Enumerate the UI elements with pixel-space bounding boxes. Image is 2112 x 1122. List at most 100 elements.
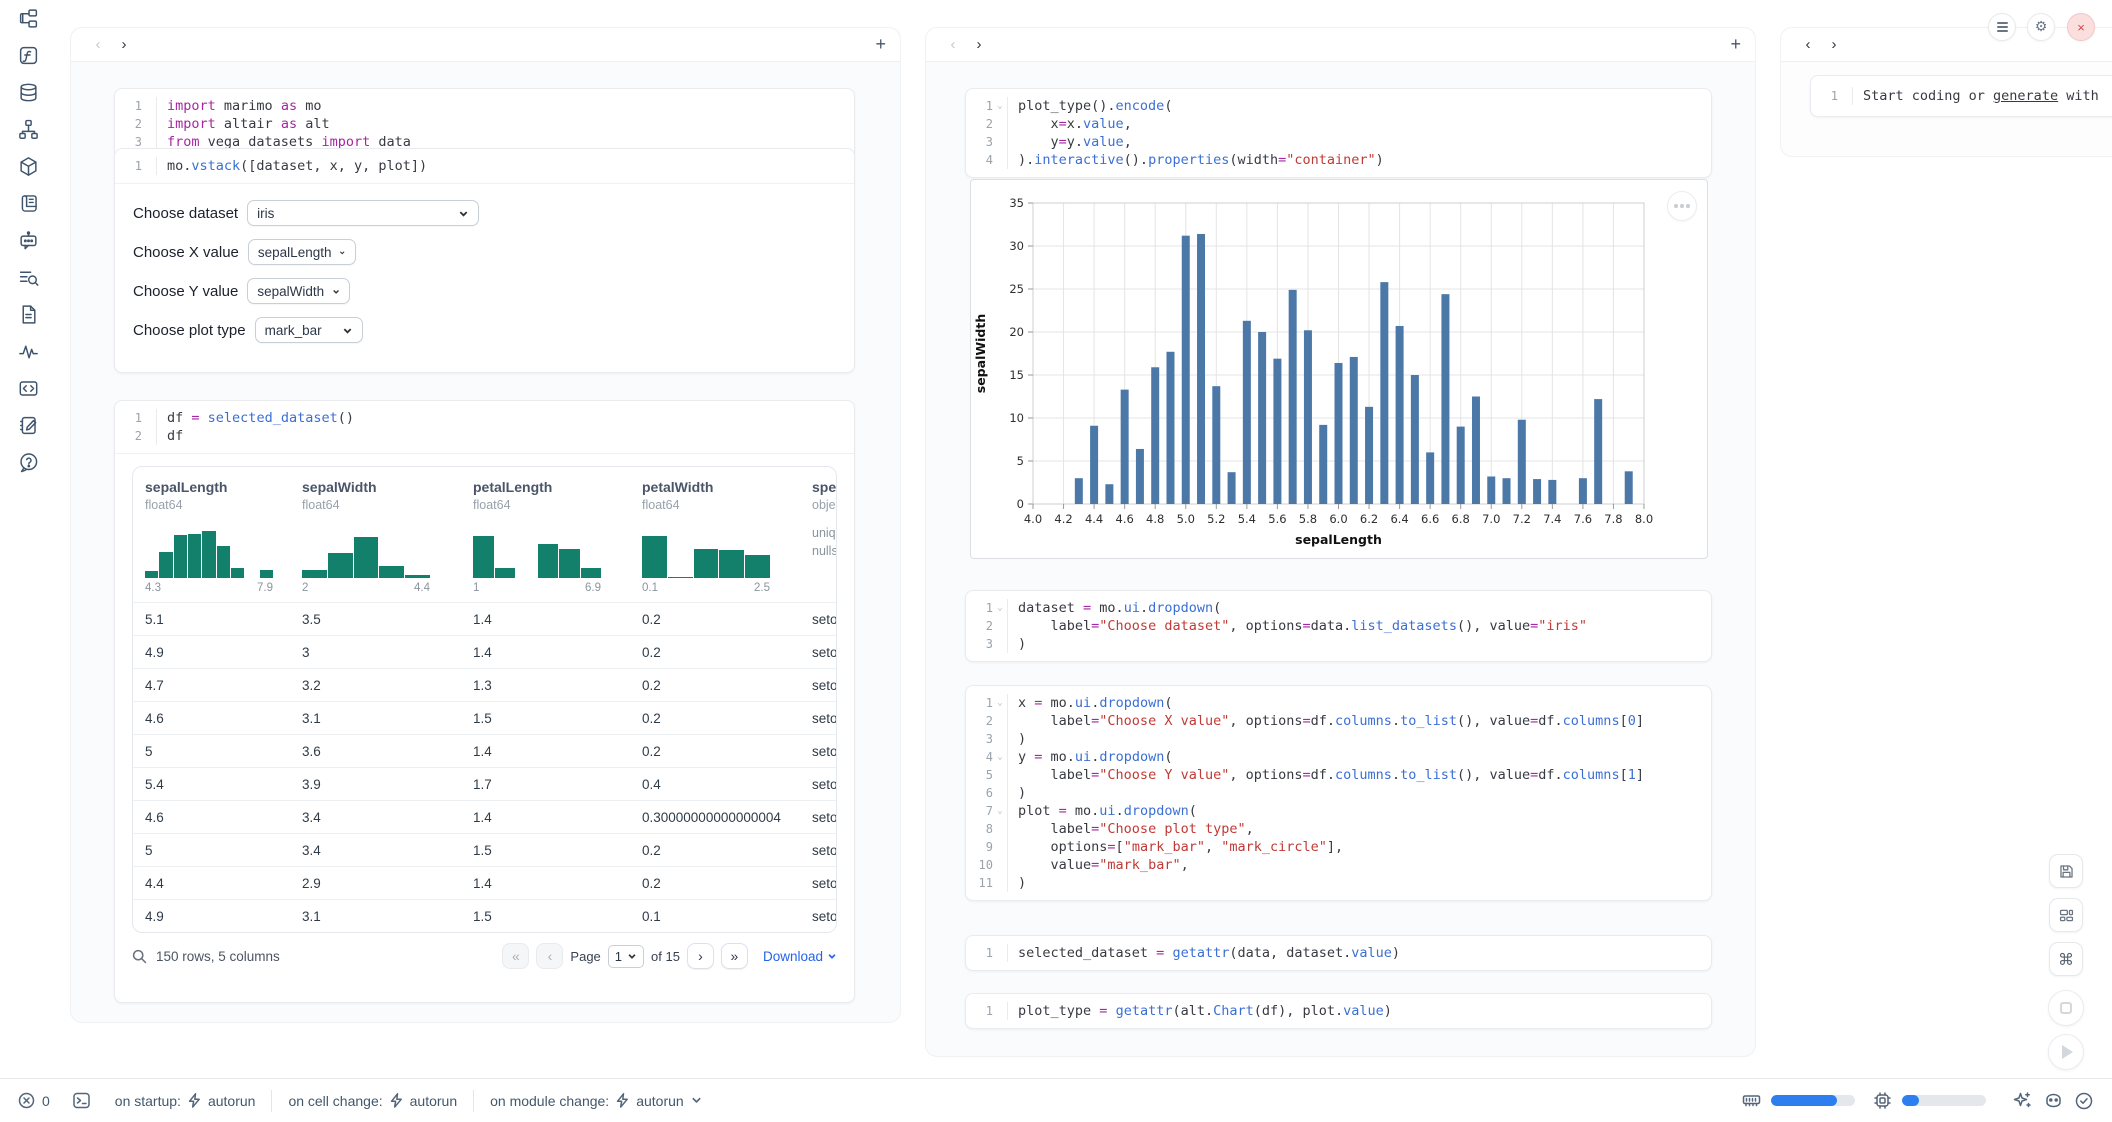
code-line[interactable]: 1mo.vstack([dataset, x, y, plot]): [115, 157, 854, 175]
fold-chevron-icon[interactable]: ⌄: [993, 599, 1007, 617]
bar-chart[interactable]: 4.04.24.44.64.85.05.25.45.65.86.06.26.46…: [971, 180, 1709, 560]
code-line[interactable]: 9 options=["mark_bar", "mark_circle"],: [966, 838, 1711, 856]
first-page-button[interactable]: «: [502, 943, 529, 969]
column-scroll-left-icon[interactable]: ‹: [1795, 36, 1821, 53]
sidebar-function-icon[interactable]: [0, 37, 56, 74]
save-button[interactable]: [2049, 854, 2083, 888]
table-row[interactable]: 4.93.11.50.1setosa: [133, 899, 836, 932]
column-scroll-left-icon[interactable]: ‹: [940, 36, 966, 53]
column-scroll-right-icon[interactable]: ›: [1821, 36, 1847, 53]
code-line[interactable]: 2import altair as alt: [115, 115, 854, 133]
next-page-button[interactable]: ›: [687, 943, 714, 969]
sidebar-search-list-icon[interactable]: [0, 259, 56, 296]
table-column-header[interactable]: sepalWidthfloat6424.4: [290, 467, 461, 602]
table-row[interactable]: 53.41.50.2setosa: [133, 833, 836, 866]
download-button[interactable]: Download: [763, 949, 837, 964]
dropdown-select[interactable]: iris: [247, 200, 479, 226]
column-scroll-left-icon[interactable]: ‹: [85, 36, 111, 53]
table-row[interactable]: 4.931.40.2setosa: [133, 635, 836, 668]
last-page-button[interactable]: »: [721, 943, 748, 969]
code-line[interactable]: 1⌄dataset = mo.ui.dropdown(: [966, 599, 1711, 617]
sidebar-document-icon[interactable]: [0, 296, 56, 333]
cell-selected-dataset[interactable]: 1selected_dataset = getattr(data, datase…: [965, 935, 1712, 971]
fold-chevron-icon[interactable]: ⌄: [993, 748, 1007, 766]
stop-button[interactable]: [2048, 990, 2084, 1026]
add-cell-button[interactable]: +: [1730, 34, 1741, 55]
code-line[interactable]: 4⌄y = mo.ui.dropdown(: [966, 748, 1711, 766]
connection-status-icon[interactable]: [2074, 1091, 2094, 1111]
column-scroll-right-icon[interactable]: ›: [966, 36, 992, 53]
page-select[interactable]: 1: [608, 945, 644, 968]
copilot-icon[interactable]: [2043, 1090, 2064, 1111]
chart-menu-button[interactable]: [1667, 191, 1697, 221]
error-count-badge[interactable]: 0: [18, 1092, 50, 1109]
autorun-setting[interactable]: on cell change:autorun: [288, 1093, 457, 1109]
code-line[interactable]: 8 label="Choose plot type",: [966, 820, 1711, 838]
code-line[interactable]: 3): [966, 635, 1711, 653]
code-line[interactable]: 1⌄plot_type().encode(: [966, 97, 1711, 115]
cell-vstack[interactable]: 1mo.vstack([dataset, x, y, plot]) Choose…: [114, 148, 855, 373]
table-row[interactable]: 4.73.21.30.2setosa: [133, 668, 836, 701]
column-scroll-right-icon[interactable]: ›: [111, 36, 137, 53]
sidebar-code-snippet-icon[interactable]: [0, 370, 56, 407]
table-row[interactable]: 5.43.91.70.4setosa: [133, 767, 836, 800]
table-row[interactable]: 53.61.40.2setosa: [133, 734, 836, 767]
notebook-menu-button[interactable]: [1988, 13, 2016, 41]
add-cell-button[interactable]: +: [875, 34, 886, 55]
fold-chevron-icon[interactable]: ⌄: [993, 802, 1007, 820]
table-row[interactable]: 4.63.11.50.2setosa: [133, 701, 836, 734]
layout-toggle-button[interactable]: [2049, 898, 2083, 932]
autorun-setting[interactable]: on module change:autorun: [490, 1093, 702, 1109]
chart-output[interactable]: 4.04.24.44.64.85.05.25.45.65.86.06.26.46…: [970, 179, 1708, 559]
dropdown-select[interactable]: mark_bar: [255, 317, 363, 343]
settings-button[interactable]: ⚙: [2027, 13, 2055, 41]
code-line[interactable]: 3 y=y.value,: [966, 133, 1711, 151]
sidebar-scratchpad-icon[interactable]: [0, 407, 56, 444]
code-line[interactable]: 1import marimo as mo: [115, 97, 854, 115]
autorun-setting[interactable]: on startup:autorun: [115, 1093, 256, 1109]
sidebar-dependency-graph-icon[interactable]: [0, 111, 56, 148]
table-row[interactable]: 4.63.41.40.30000000000000004setosa: [133, 800, 836, 833]
ai-sparkles-icon[interactable]: [2012, 1090, 2033, 1111]
table-row[interactable]: 5.13.51.40.2setosa: [133, 602, 836, 635]
code-line[interactable]: 10 value="mark_bar",: [966, 856, 1711, 874]
sidebar-script-icon[interactable]: [0, 185, 56, 222]
prev-page-button[interactable]: ‹: [536, 943, 563, 969]
code-line[interactable]: 5 label="Choose Y value", options=df.col…: [966, 766, 1711, 784]
fold-chevron-icon[interactable]: ⌄: [993, 97, 1007, 115]
sidebar-help-icon[interactable]: [0, 444, 56, 481]
code-line[interactable]: 1selected_dataset = getattr(data, datase…: [966, 944, 1711, 962]
code-line[interactable]: 2 label="Choose X value", options=df.col…: [966, 712, 1711, 730]
dropdown-select[interactable]: sepalWidth: [247, 278, 350, 304]
keyboard-shortcuts-button[interactable]: ⌘: [2049, 942, 2083, 976]
code-line[interactable]: 6): [966, 784, 1711, 802]
generate-ai-link[interactable]: generate: [1993, 88, 2058, 104]
code-line[interactable]: 4).interactive().properties(width="conta…: [966, 151, 1711, 169]
code-line[interactable]: 7⌄plot = mo.ui.dropdown(: [966, 802, 1711, 820]
table-column-header[interactable]: petalWidthfloat640.12.5: [630, 467, 800, 602]
sidebar-package-icon[interactable]: [0, 148, 56, 185]
shutdown-button[interactable]: ×: [2067, 13, 2095, 41]
code-line[interactable]: 1plot_type = getattr(alt.Chart(df), plot…: [966, 1002, 1711, 1020]
table-row[interactable]: 4.42.91.40.2setosa: [133, 866, 836, 899]
run-button[interactable]: [2048, 1034, 2084, 1070]
table-column-header[interactable]: petalLengthfloat6416.9: [461, 467, 630, 602]
sidebar-database-icon[interactable]: [0, 74, 56, 111]
code-line[interactable]: 1df = selected_dataset(): [115, 409, 854, 427]
cell-plot-code[interactable]: 1⌄plot_type().encode(2 x=x.value,3 y=y.v…: [965, 88, 1712, 178]
sidebar-activity-icon[interactable]: [0, 333, 56, 370]
cell-dataframe[interactable]: 1df = selected_dataset()2df sepalLengthf…: [114, 400, 855, 1003]
code-line[interactable]: 2 label="Choose dataset", options=data.l…: [966, 617, 1711, 635]
dropdown-select[interactable]: sepalLength: [248, 239, 356, 265]
table-column-header[interactable]: speciesobjectunique:nulls:: [800, 467, 836, 602]
code-line[interactable]: 11): [966, 874, 1711, 892]
sidebar-chat-bot-icon[interactable]: [0, 222, 56, 259]
cell-new-empty[interactable]: 1 Start coding or generate with: [1810, 75, 2112, 117]
code-line[interactable]: 1⌄x = mo.ui.dropdown(: [966, 694, 1711, 712]
cell-xy-plot-dropdowns[interactable]: 1⌄x = mo.ui.dropdown(2 label="Choose X v…: [965, 685, 1712, 901]
cell-plot-type[interactable]: 1plot_type = getattr(alt.Chart(df), plot…: [965, 993, 1712, 1029]
table-column-header[interactable]: sepalLengthfloat644.37.9: [133, 467, 290, 602]
code-line[interactable]: 3): [966, 730, 1711, 748]
terminal-button[interactable]: [72, 1091, 91, 1110]
fold-chevron-icon[interactable]: ⌄: [993, 694, 1007, 712]
